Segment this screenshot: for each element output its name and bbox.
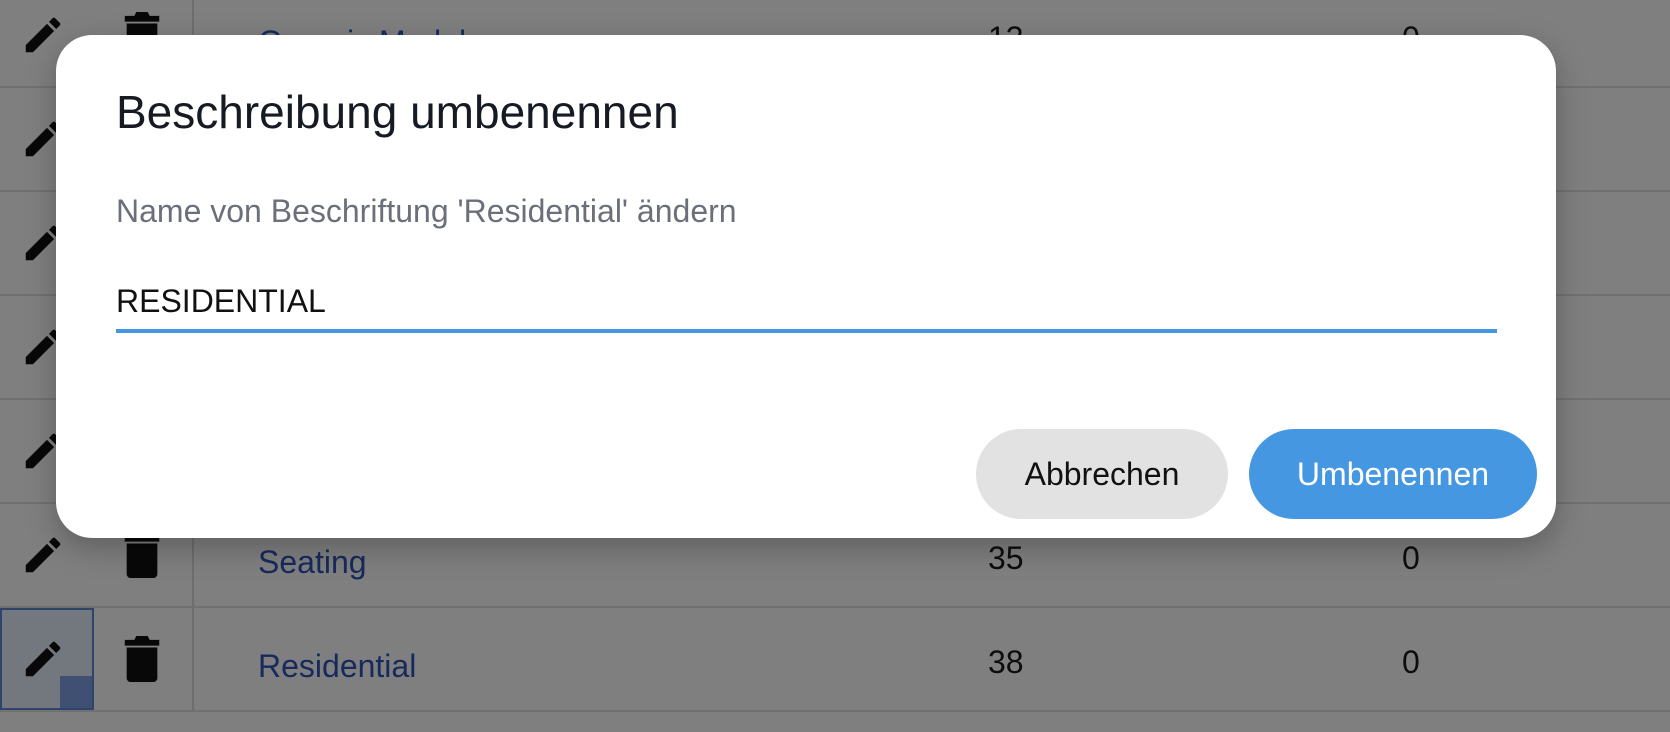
page: Generic Models130Seating350Residential38… xyxy=(0,0,1670,732)
rename-dialog: Beschreibung umbenennen Name von Beschri… xyxy=(56,35,1556,538)
dialog-description: Name von Beschriftung 'Residential' ände… xyxy=(116,193,737,229)
cancel-button[interactable]: Abbrechen xyxy=(976,429,1228,519)
rename-input[interactable] xyxy=(116,273,1497,333)
rename-button[interactable]: Umbenennen xyxy=(1249,429,1537,519)
dialog-title: Beschreibung umbenennen xyxy=(116,86,679,138)
